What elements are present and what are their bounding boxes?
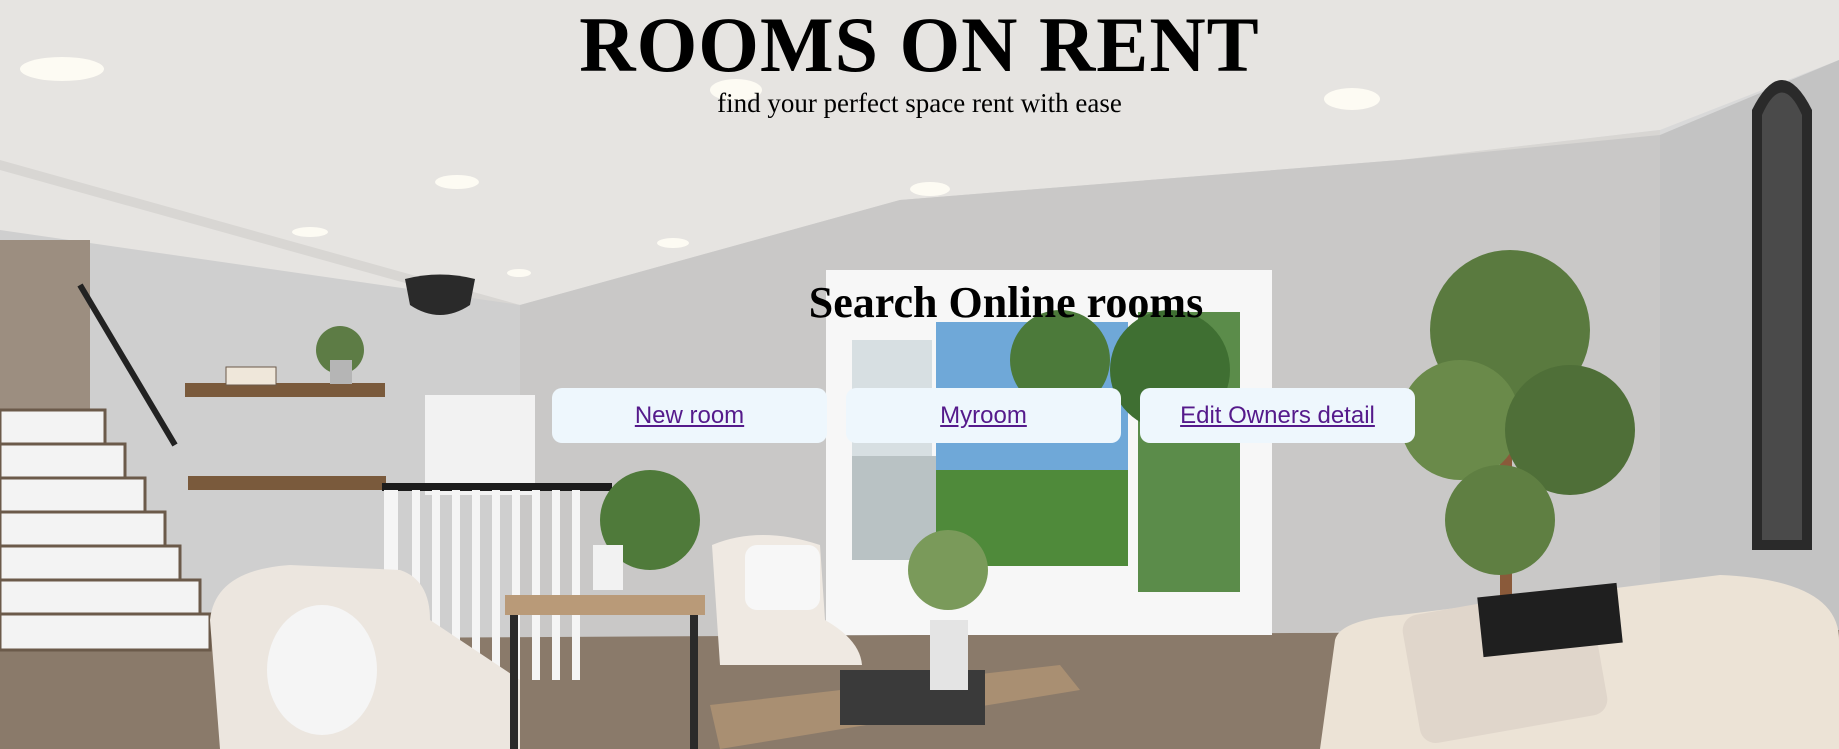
page: ROOMS ON RENT find your perfect space re… bbox=[0, 0, 1839, 749]
myroom-link[interactable]: Myroom bbox=[846, 388, 1121, 443]
edit-owners-detail-link[interactable]: Edit Owners detail bbox=[1140, 388, 1415, 443]
main-nav: New room Myroom Edit Owners detail bbox=[552, 388, 1415, 443]
search-heading: Search Online rooms bbox=[808, 278, 1204, 327]
new-room-link[interactable]: New room bbox=[552, 388, 827, 443]
site-header: ROOMS ON RENT find your perfect space re… bbox=[0, 0, 1839, 119]
site-title: ROOMS ON RENT bbox=[579, 1, 1260, 88]
site-tagline: find your perfect space rent with ease bbox=[717, 88, 1122, 118]
